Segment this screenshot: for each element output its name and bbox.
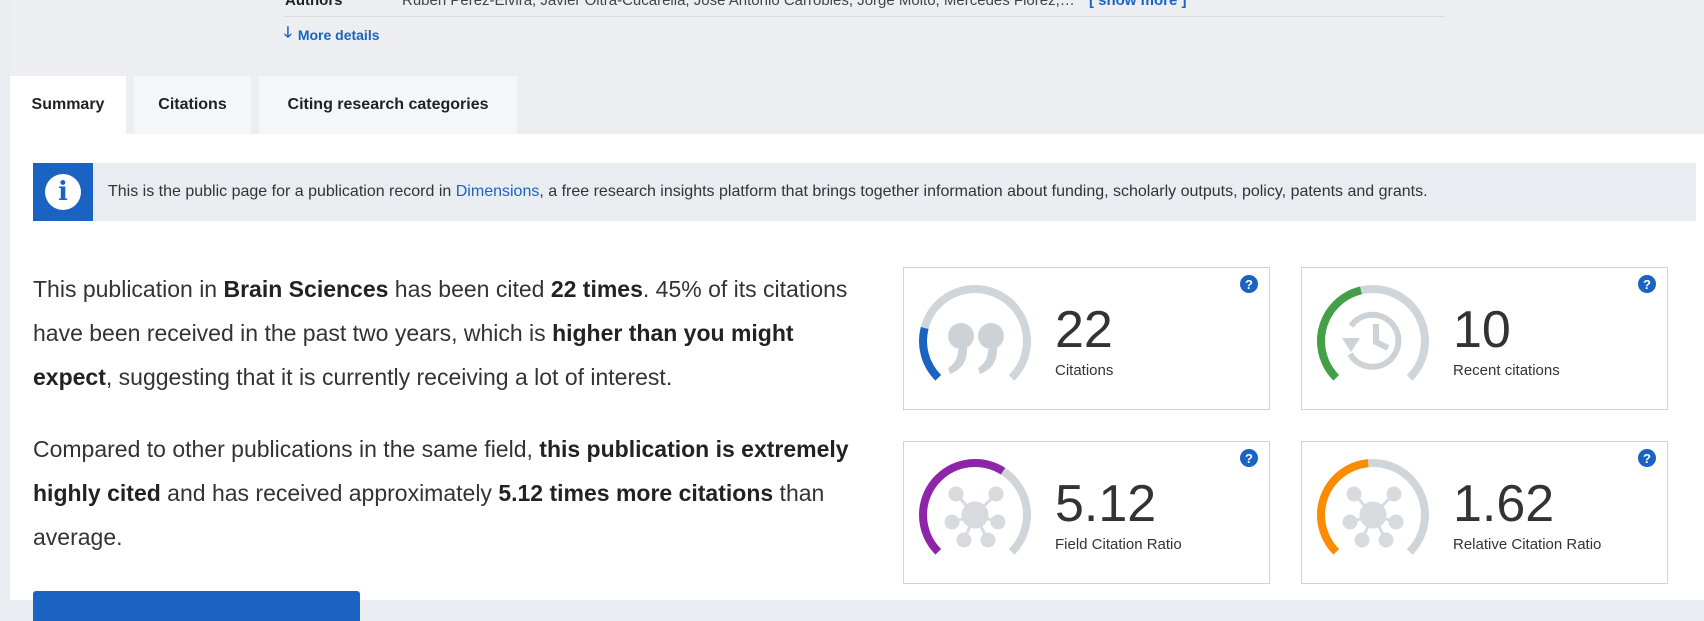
summary-panel: i This is the public page for a publicat… [10, 134, 1704, 621]
summary-text: , suggesting that it is currently receiv… [105, 364, 673, 390]
quote-icon [948, 323, 1004, 374]
info-icon-box: i [33, 163, 93, 221]
metric-card-citations: 22 Citations ? [903, 267, 1270, 410]
metric-card-relative-citation-ratio: 1.62 Relative Citation Ratio ? [1301, 441, 1668, 584]
help-icon[interactable]: ? [1638, 449, 1656, 467]
citations-gauge [919, 285, 1031, 397]
authors-label: Authors [285, 0, 343, 9]
field-citation-ratio-label: Field Citation Ratio [1055, 536, 1182, 553]
authors-list: Rubén Pérez-Elvira, Javier Oltra-Cucarel… [402, 0, 1075, 9]
metric-card-field-citation-ratio: 5.12 Field Citation Ratio ? [903, 441, 1270, 584]
tab-bar: Summary Citations Citing research catego… [10, 76, 517, 134]
network-icon [944, 486, 1006, 548]
summary-text: This publication in [33, 276, 224, 302]
tab-citations-label: Citations [158, 96, 227, 113]
info-icon: i [45, 174, 81, 210]
authors-row: Authors Rubén Pérez-Elvira, Javier Oltra… [285, 0, 1445, 17]
field-citation-ratio-gauge [919, 459, 1031, 571]
authors-names: Rubén Pérez-Elvira, Javier Oltra-Cucarel… [402, 0, 1186, 9]
recent-citations-gauge [1317, 285, 1429, 397]
citations-value: 22 [1055, 301, 1113, 359]
more-details-link[interactable]: 🡓 More details [284, 22, 380, 47]
tab-summary-label: Summary [31, 96, 105, 113]
info-banner-text: This is the public page for a publicatio… [108, 183, 1428, 201]
tab-summary[interactable]: Summary [10, 76, 126, 134]
summary-text: and has received approximately [160, 480, 499, 506]
arrow-down-icon: 🡓 [284, 24, 292, 41]
times-more-text: 5.12 times more citations [498, 480, 774, 506]
info-text-after: , a free research insights platform that… [539, 183, 1428, 200]
recent-citations-value: 10 [1453, 301, 1511, 359]
info-banner: i This is the public page for a publicat… [33, 163, 1696, 221]
more-details-label: More details [297, 26, 380, 43]
field-citation-ratio-value: 5.12 [1055, 475, 1157, 533]
recent-citations-label: Recent citations [1453, 362, 1560, 379]
citations-label: Citations [1055, 362, 1114, 379]
summary-text: Compared to other publications in the sa… [33, 436, 540, 462]
tab-citing-research-categories-label: Citing research categories [287, 96, 489, 113]
journal-name: Brain Sciences [223, 276, 389, 302]
summary-text: has been cited [388, 276, 551, 302]
field-comparison-paragraph: Compared to other publications in the sa… [33, 427, 853, 559]
clock-history-icon [1342, 311, 1402, 370]
relative-citation-ratio-label: Relative Citation Ratio [1453, 536, 1602, 553]
network-icon [1342, 486, 1404, 548]
citation-summary-paragraph: This publication in Brain Sciences has b… [33, 267, 853, 399]
info-text-before: This is the public page for a publicatio… [108, 183, 456, 200]
relative-citation-ratio-value: 1.62 [1453, 475, 1555, 533]
show-more-authors-link[interactable]: [ show more ] [1089, 0, 1187, 9]
gauge-arc [919, 285, 1031, 397]
metric-card-recent-citations: 10 Recent citations ? [1301, 267, 1668, 410]
dimensions-link[interactable]: Dimensions [456, 183, 540, 200]
help-icon[interactable]: ? [1240, 275, 1258, 293]
gauge-track [919, 285, 1031, 397]
help-icon[interactable]: ? [1240, 449, 1258, 467]
citation-count-text: 22 times [550, 276, 643, 302]
cta-button[interactable] [33, 591, 360, 621]
relative-citation-ratio-gauge [1317, 459, 1429, 571]
help-icon[interactable]: ? [1638, 275, 1656, 293]
tab-citing-research-categories[interactable]: Citing research categories [259, 76, 517, 134]
tab-citations[interactable]: Citations [134, 76, 251, 134]
